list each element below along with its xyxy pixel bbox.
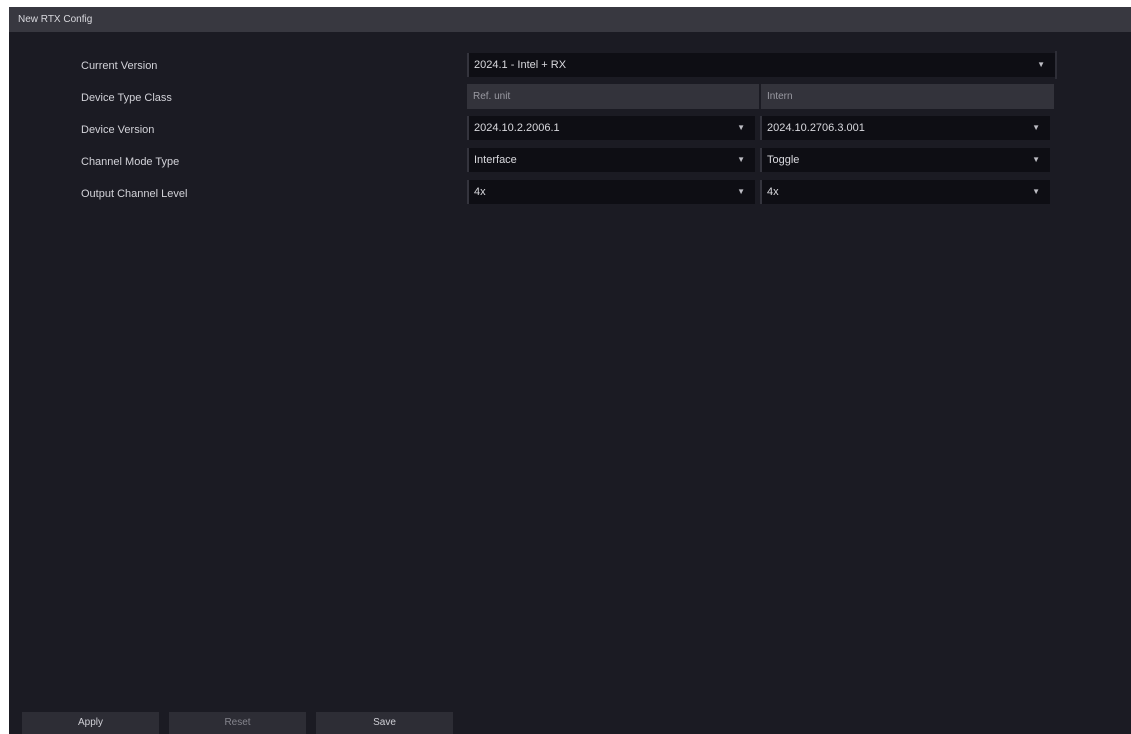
column-header-intern: Intern xyxy=(761,84,1054,109)
output-level-left-value: 4x xyxy=(474,186,486,198)
reset-button[interactable]: Reset xyxy=(169,712,306,734)
output-level-right-select[interactable]: 4x ▼ xyxy=(760,180,1050,204)
channel-mode-left-value: Interface xyxy=(474,154,517,166)
window-title: New RTX Config xyxy=(9,7,1131,32)
device-type-class-label: Device Type Class xyxy=(81,92,172,104)
chevron-down-icon: ▼ xyxy=(737,123,745,132)
current-version-label: Current Version xyxy=(81,60,158,72)
column-header-ref: Ref. unit xyxy=(467,84,759,109)
output-channel-level-label: Output Channel Level xyxy=(81,188,188,200)
chevron-down-icon: ▼ xyxy=(1037,60,1045,69)
chevron-down-icon: ▼ xyxy=(1032,123,1040,132)
current-version-select[interactable]: 2024.1 - Intel + RX ▼ xyxy=(467,53,1055,77)
output-level-left-select[interactable]: 4x ▼ xyxy=(467,180,755,204)
output-level-right-value: 4x xyxy=(767,186,779,198)
device-version-left-select[interactable]: 2024.10.2.2006.1 ▼ xyxy=(467,116,755,140)
chevron-down-icon: ▼ xyxy=(1032,155,1040,164)
chevron-down-icon: ▼ xyxy=(737,187,745,196)
field-edge-divider xyxy=(1055,51,1057,79)
device-version-right-value: 2024.10.2706.3.001 xyxy=(767,122,865,134)
channel-mode-left-select[interactable]: Interface ▼ xyxy=(467,148,755,172)
device-version-label: Device Version xyxy=(81,124,155,136)
apply-button[interactable]: Apply xyxy=(22,712,159,734)
current-version-value: 2024.1 - Intel + RX xyxy=(474,59,567,71)
chevron-down-icon: ▼ xyxy=(737,155,745,164)
device-version-left-value: 2024.10.2.2006.1 xyxy=(474,122,560,134)
config-window: New RTX Config Current Version 2024.1 - … xyxy=(9,7,1131,734)
channel-mode-right-select[interactable]: Toggle ▼ xyxy=(760,148,1050,172)
chevron-down-icon: ▼ xyxy=(1032,187,1040,196)
device-version-right-select[interactable]: 2024.10.2706.3.001 ▼ xyxy=(760,116,1050,140)
channel-mode-right-value: Toggle xyxy=(767,154,800,166)
save-button[interactable]: Save xyxy=(316,712,453,734)
channel-mode-type-label: Channel Mode Type xyxy=(81,156,180,168)
